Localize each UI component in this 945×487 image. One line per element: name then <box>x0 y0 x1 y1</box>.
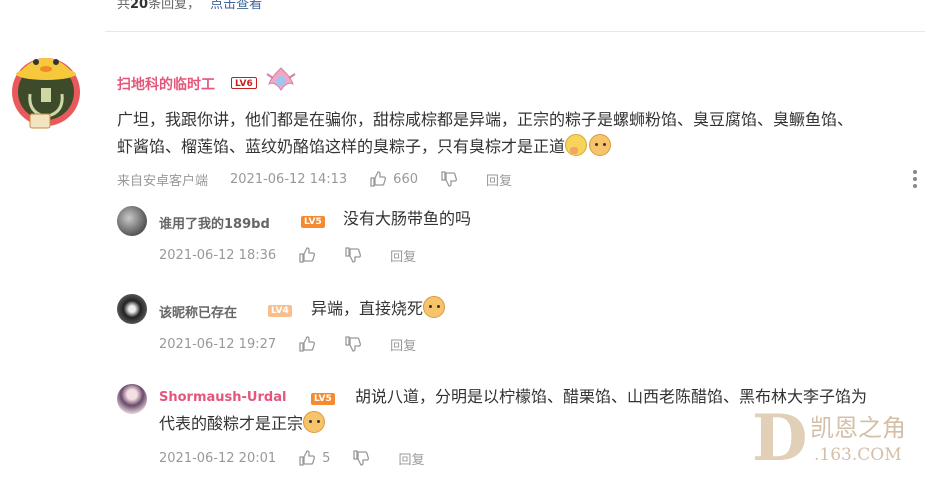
medal-icon <box>263 64 299 96</box>
thumbs-up-icon <box>370 171 387 187</box>
comment-text-line-2-content: 虾酱馅、榴莲馅、蓝纹奶酪馅这样的臭粽子，只有臭棕才是正道 <box>117 137 566 156</box>
comment-text: 广坦，我跟你讲，他们都是在骗你，甜棕咸棕都是异端，正宗的粽子是螺蛳粉馅、臭豆腐馅… <box>117 106 927 160</box>
sub-meta-1: 2021-06-12 18:36 回复 <box>159 244 438 266</box>
thumbs-down-icon <box>345 247 362 263</box>
sub-like-button-1[interactable] <box>298 246 322 264</box>
sub-reply-button-1[interactable]: 回复 <box>390 246 416 265</box>
reply-suffix: 条回复， <box>148 0 201 12</box>
sub-text-2: 异端，直接烧死 <box>311 296 446 321</box>
sub-text-3-line-2: 代表的酸粽才是正宗 <box>159 411 326 436</box>
sub-timestamp-2: 2021-06-12 19:27 <box>159 336 277 352</box>
sub-avatar-3[interactable] <box>117 384 147 414</box>
svg-text:D: D <box>752 401 808 476</box>
sub-timestamp-3: 2021-06-12 20:01 <box>159 450 277 466</box>
avatar[interactable] <box>8 44 86 132</box>
reply-count: 20 <box>130 0 149 12</box>
like-count: 660 <box>393 171 418 187</box>
username[interactable]: 扫地科的临时工 <box>117 74 215 94</box>
watermark-line-1: 凯恩之角 <box>810 414 906 442</box>
level-badge-2: LV4 <box>268 305 292 317</box>
comment-text-line-1: 广坦，我跟你讲，他们都是在骗你，甜棕咸棕都是异端，正宗的粽子是螺蛳粉馅、臭豆腐馅… <box>117 110 854 129</box>
thumbs-up-icon <box>299 247 316 263</box>
level-badge-1: LV5 <box>301 216 325 228</box>
sub-text-3-line-2-content: 代表的酸粽才是正宗 <box>159 414 304 433</box>
sub-meta-3: 2021-06-12 20:01 5 回复 <box>159 447 446 469</box>
sub-username-1[interactable]: 谁用了我的189bd <box>159 213 270 232</box>
reply-summary: 共20条回复， 点击查看 <box>117 0 262 12</box>
sub-avatar-2[interactable] <box>117 294 147 324</box>
like-button[interactable]: 660 <box>369 170 418 188</box>
thumbs-up-icon <box>299 336 316 352</box>
reply-prefix: 共 <box>117 0 131 12</box>
sub-avatar-1[interactable] <box>117 206 147 236</box>
doge-emoji-icon <box>423 296 446 318</box>
reply-button[interactable]: 回复 <box>486 170 512 189</box>
thumbs-down-icon <box>345 336 362 352</box>
source-label: 来自安卓客户端 <box>117 173 209 189</box>
doge-emoji-icon <box>589 134 612 156</box>
sub-like-button-2[interactable] <box>298 335 322 353</box>
sub-text-1: 没有大肠带鱼的吗 <box>343 209 472 228</box>
thumbs-down-icon <box>441 171 458 187</box>
more-options-icon[interactable] <box>913 170 919 190</box>
watermark-logo: D 凯恩之角 .163.COM <box>752 398 937 480</box>
sub-username-2[interactable]: 该昵称已存在 <box>159 302 237 321</box>
sub-dislike-button-1[interactable] <box>344 246 368 264</box>
sub-dislike-button-3[interactable] <box>352 449 376 467</box>
level-badge-3: LV5 <box>311 393 335 405</box>
thinking-emoji-icon <box>565 134 588 156</box>
doge-emoji-icon <box>303 411 326 433</box>
sub-like-button-3[interactable]: 5 <box>298 449 330 467</box>
comment-text-line-2: 虾酱馅、榴莲馅、蓝纹奶酪馅这样的臭粽子，只有臭棕才是正道 <box>117 133 927 160</box>
view-replies-link[interactable]: 点击查看 <box>210 0 262 12</box>
dislike-button[interactable] <box>440 170 464 188</box>
sub-username-3[interactable]: Shormaush-Urdal <box>159 390 286 405</box>
sub-like-count-3: 5 <box>322 450 331 466</box>
sub-reply-button-2[interactable]: 回复 <box>390 335 416 354</box>
sub-timestamp-1: 2021-06-12 18:36 <box>159 247 277 263</box>
thumbs-up-icon <box>299 450 316 466</box>
watermark-line-2: .163.COM <box>814 445 902 465</box>
divider <box>105 31 925 32</box>
sub-reply-button-3[interactable]: 回复 <box>398 449 424 468</box>
sub-text-2-content: 异端，直接烧死 <box>311 299 424 318</box>
thumbs-down-icon <box>353 450 370 466</box>
timestamp: 2021-06-12 14:13 <box>230 171 348 187</box>
sub-meta-2: 2021-06-12 19:27 回复 <box>159 333 438 355</box>
sub-dislike-button-2[interactable] <box>344 335 368 353</box>
comment-meta: 来自安卓客户端 2021-06-12 14:13 660 回复 <box>117 168 534 190</box>
level-badge: LV6 <box>231 77 257 89</box>
